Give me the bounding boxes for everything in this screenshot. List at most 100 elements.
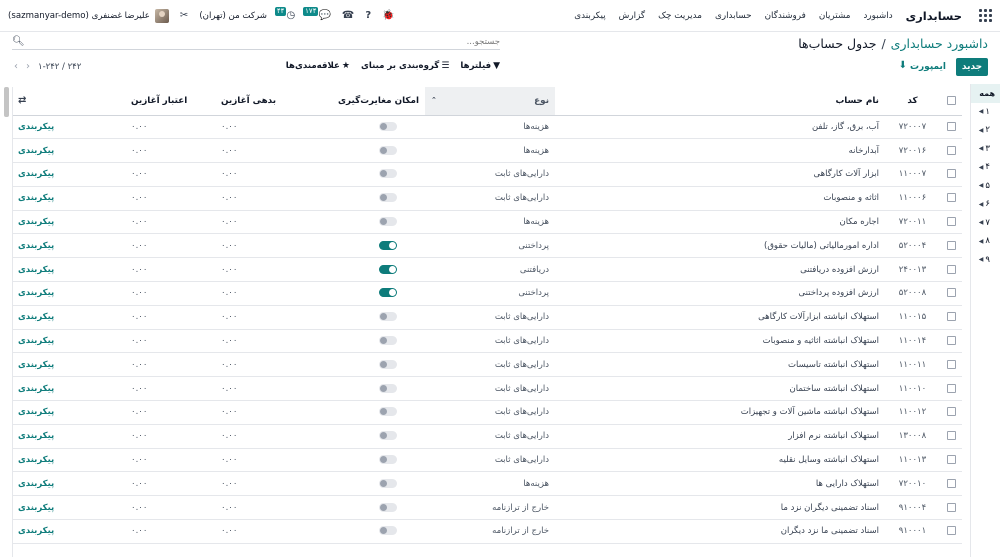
account-code[interactable]: ۱۱۰۰۰۷ <box>885 162 940 187</box>
reconcile-toggle[interactable] <box>379 359 397 369</box>
company-switcher[interactable]: شرکت من (تهران) <box>199 11 267 21</box>
messages-menu[interactable]: 💬 ۱۷۴ <box>303 7 331 21</box>
setup-button[interactable]: پیکربندی <box>18 479 54 489</box>
optional-columns-icon[interactable]: ⇄ <box>18 95 26 106</box>
side-item-9[interactable]: ۹ ◀ <box>971 251 1000 270</box>
side-item-5[interactable]: ۵ ◀ <box>971 177 1000 196</box>
setup-button[interactable]: پیکربندی <box>18 455 54 465</box>
opening-credit[interactable]: ۰.۰۰ <box>125 424 215 449</box>
setup-button[interactable]: پیکربندی <box>18 288 54 298</box>
activity-menu[interactable]: ◷ ۴۴ <box>274 7 295 21</box>
account-type[interactable]: خارج از ترازنامه <box>425 519 555 544</box>
table-row[interactable]: ۱۱۰۰۱۳ استهلاک انباشته وسایل نقلیه دارایی‌… <box>13 448 962 473</box>
account-type[interactable]: خارج از ترازنامه <box>425 495 555 521</box>
caret-left-icon[interactable]: ◀ <box>979 108 984 115</box>
opening-debit[interactable]: ۰.۰۰ <box>215 281 305 306</box>
opening-credit[interactable]: ۰.۰۰ <box>125 257 215 283</box>
table-row[interactable]: ۵۲۰۰۰۴ اداره امورمالیاتی (مالیات حقوق) پرد… <box>13 233 962 259</box>
caret-left-icon[interactable]: ◀ <box>979 219 984 226</box>
reconcile-toggle[interactable] <box>379 217 397 227</box>
opening-credit[interactable]: ۰.۰۰ <box>125 162 215 187</box>
phone-icon[interactable]: ☎ <box>342 10 354 21</box>
opening-debit[interactable]: ۰.۰۰ <box>215 376 305 402</box>
opening-debit[interactable]: ۰.۰۰ <box>215 400 305 425</box>
menu-cheque-management[interactable]: مدیریت چک <box>658 11 702 21</box>
row-checkbox[interactable] <box>946 526 956 536</box>
opening-credit[interactable]: ۰.۰۰ <box>125 471 215 497</box>
account-name[interactable]: استهلاک دارایی ها <box>555 471 885 497</box>
setup-button[interactable]: پیکربندی <box>18 265 54 275</box>
row-checkbox[interactable] <box>946 502 956 512</box>
account-type[interactable]: هزینه‌ها <box>425 210 555 235</box>
opening-debit[interactable]: ۰.۰۰ <box>215 424 305 449</box>
side-item-7[interactable]: ۷ ◀ <box>971 214 1000 233</box>
account-code[interactable]: ۱۱۰۰۱۲ <box>885 400 940 425</box>
account-code[interactable]: ۱۱۰۰۱۵ <box>885 305 940 330</box>
account-type[interactable]: دارایی‌های ثابت <box>425 424 555 449</box>
table-row[interactable]: ۷۲۰۰۱۱ اجاره مکان هزینه‌ها ۰.۰۰ ۰.۰۰ پیکربندی <box>13 210 962 235</box>
column-header-code[interactable]: کد <box>885 87 940 116</box>
row-checkbox[interactable] <box>946 240 956 250</box>
opening-credit[interactable]: ۰.۰۰ <box>125 400 215 425</box>
setup-button[interactable]: پیکربندی <box>18 384 54 394</box>
row-checkbox[interactable] <box>946 312 956 322</box>
account-code[interactable]: ۱۱۰۰۱۰ <box>885 376 940 402</box>
side-item-8[interactable]: ۸ ◀ <box>971 232 1000 251</box>
row-checkbox[interactable] <box>946 431 956 441</box>
filters-toggle[interactable]: ▼ فیلترها <box>460 61 500 71</box>
table-row[interactable]: ۲۴۰۰۱۳ ارزش افزوده دریافتنی دریافتنی ۰.۰۰ ۰.… <box>13 257 962 283</box>
caret-left-icon[interactable]: ◀ <box>979 164 984 171</box>
account-code[interactable]: ۹۱۰۰۰۱ <box>885 519 940 544</box>
account-name[interactable]: اجاره مکان <box>555 210 885 235</box>
caret-left-icon[interactable]: ◀ <box>979 145 984 152</box>
app-brand[interactable]: حسابداری <box>906 9 962 23</box>
account-type[interactable]: پرداختنی <box>425 233 555 259</box>
table-row[interactable]: ۱۱۰۰۱۲ استهلاک انباشته ماشین آلات و تجهیز… <box>13 400 962 425</box>
table-row[interactable]: ۷۲۰۰۱۶ آبدارخانه هزینه‌ها ۰.۰۰ ۰.۰۰ پیکربندی <box>13 138 962 164</box>
account-name[interactable]: اسناد تضمینی ما نزد دیگران <box>555 519 885 544</box>
side-item-4[interactable]: ۴ ◀ <box>971 158 1000 177</box>
row-checkbox[interactable] <box>946 383 956 393</box>
help-icon[interactable]: ? <box>365 10 371 21</box>
table-row[interactable]: ۹۱۰۰۰۴ اسناد تضمینی دیگران نزد ما خارج از … <box>13 495 962 521</box>
account-name[interactable]: اداره امورمالیاتی (مالیات حقوق) <box>555 233 885 259</box>
account-name[interactable]: استهلاک انباشته اثاثیه و منصوبات <box>555 329 885 354</box>
select-all-checkbox[interactable] <box>946 95 956 105</box>
side-item-2[interactable]: ۲ ◀ <box>971 121 1000 140</box>
row-checkbox[interactable] <box>946 217 956 227</box>
opening-debit[interactable]: ۰.۰۰ <box>215 305 305 330</box>
account-name[interactable]: آبدارخانه <box>555 138 885 164</box>
table-row[interactable]: ۱۱۰۰۱۵ استهلاک انباشته ابزارآلات کارگاهی د… <box>13 305 962 330</box>
opening-credit[interactable]: ۰.۰۰ <box>125 495 215 521</box>
account-type[interactable]: هزینه‌ها <box>425 115 555 140</box>
row-checkbox[interactable] <box>946 455 956 465</box>
setup-button[interactable]: پیکربندی <box>18 503 54 513</box>
table-row[interactable]: ۱۱۰۰۰۶ اثاثه و منصوبات دارایی‌های ثابت ۰.۰۰… <box>13 186 962 211</box>
opening-debit[interactable]: ۰.۰۰ <box>215 233 305 259</box>
account-code[interactable]: ۷۲۰۰۱۰ <box>885 471 940 497</box>
menu-vendors[interactable]: فروشندگان <box>765 11 806 21</box>
account-code[interactable]: ۹۱۰۰۰۴ <box>885 495 940 521</box>
account-code[interactable]: ۱۱۰۰۱۴ <box>885 329 940 354</box>
tools-icon[interactable]: ✂ <box>180 10 188 21</box>
opening-debit[interactable]: ۰.۰۰ <box>215 495 305 521</box>
caret-left-icon[interactable]: ◀ <box>979 256 984 263</box>
account-type[interactable]: دارایی‌های ثابت <box>425 186 555 211</box>
table-row[interactable]: ۱۱۰۰۱۰ استهلاک انباشته ساختمان دارایی‌های … <box>13 376 962 402</box>
table-row[interactable]: ۷۲۰۰۰۷ آب، برق، گاز، تلفن هزینه‌ها ۰.۰۰ ۰.۰۰… <box>13 115 962 140</box>
opening-credit[interactable]: ۰.۰۰ <box>125 448 215 473</box>
account-code[interactable]: ۷۲۰۰۱۶ <box>885 138 940 164</box>
opening-debit[interactable]: ۰.۰۰ <box>215 448 305 473</box>
setup-button[interactable]: پیکربندی <box>18 193 54 203</box>
column-header-reconcile[interactable]: امکان مغایرت‌گیری <box>305 87 425 116</box>
search-input[interactable] <box>26 36 500 47</box>
reconcile-toggle[interactable] <box>379 288 397 298</box>
setup-button[interactable]: پیکربندی <box>18 241 54 251</box>
account-code[interactable]: ۵۲۰۰۰۴ <box>885 233 940 259</box>
reconcile-toggle[interactable] <box>379 383 397 393</box>
setup-button[interactable]: پیکربندی <box>18 146 54 156</box>
account-name[interactable]: اثاثه و منصوبات <box>555 186 885 211</box>
pager-previous-icon[interactable]: ‹ <box>14 61 18 72</box>
table-row[interactable]: ۱۳۰۰۰۸ استهلاک انباشته نرم افزار دارایی‌ها… <box>13 424 962 449</box>
reconcile-toggle[interactable] <box>379 478 397 488</box>
